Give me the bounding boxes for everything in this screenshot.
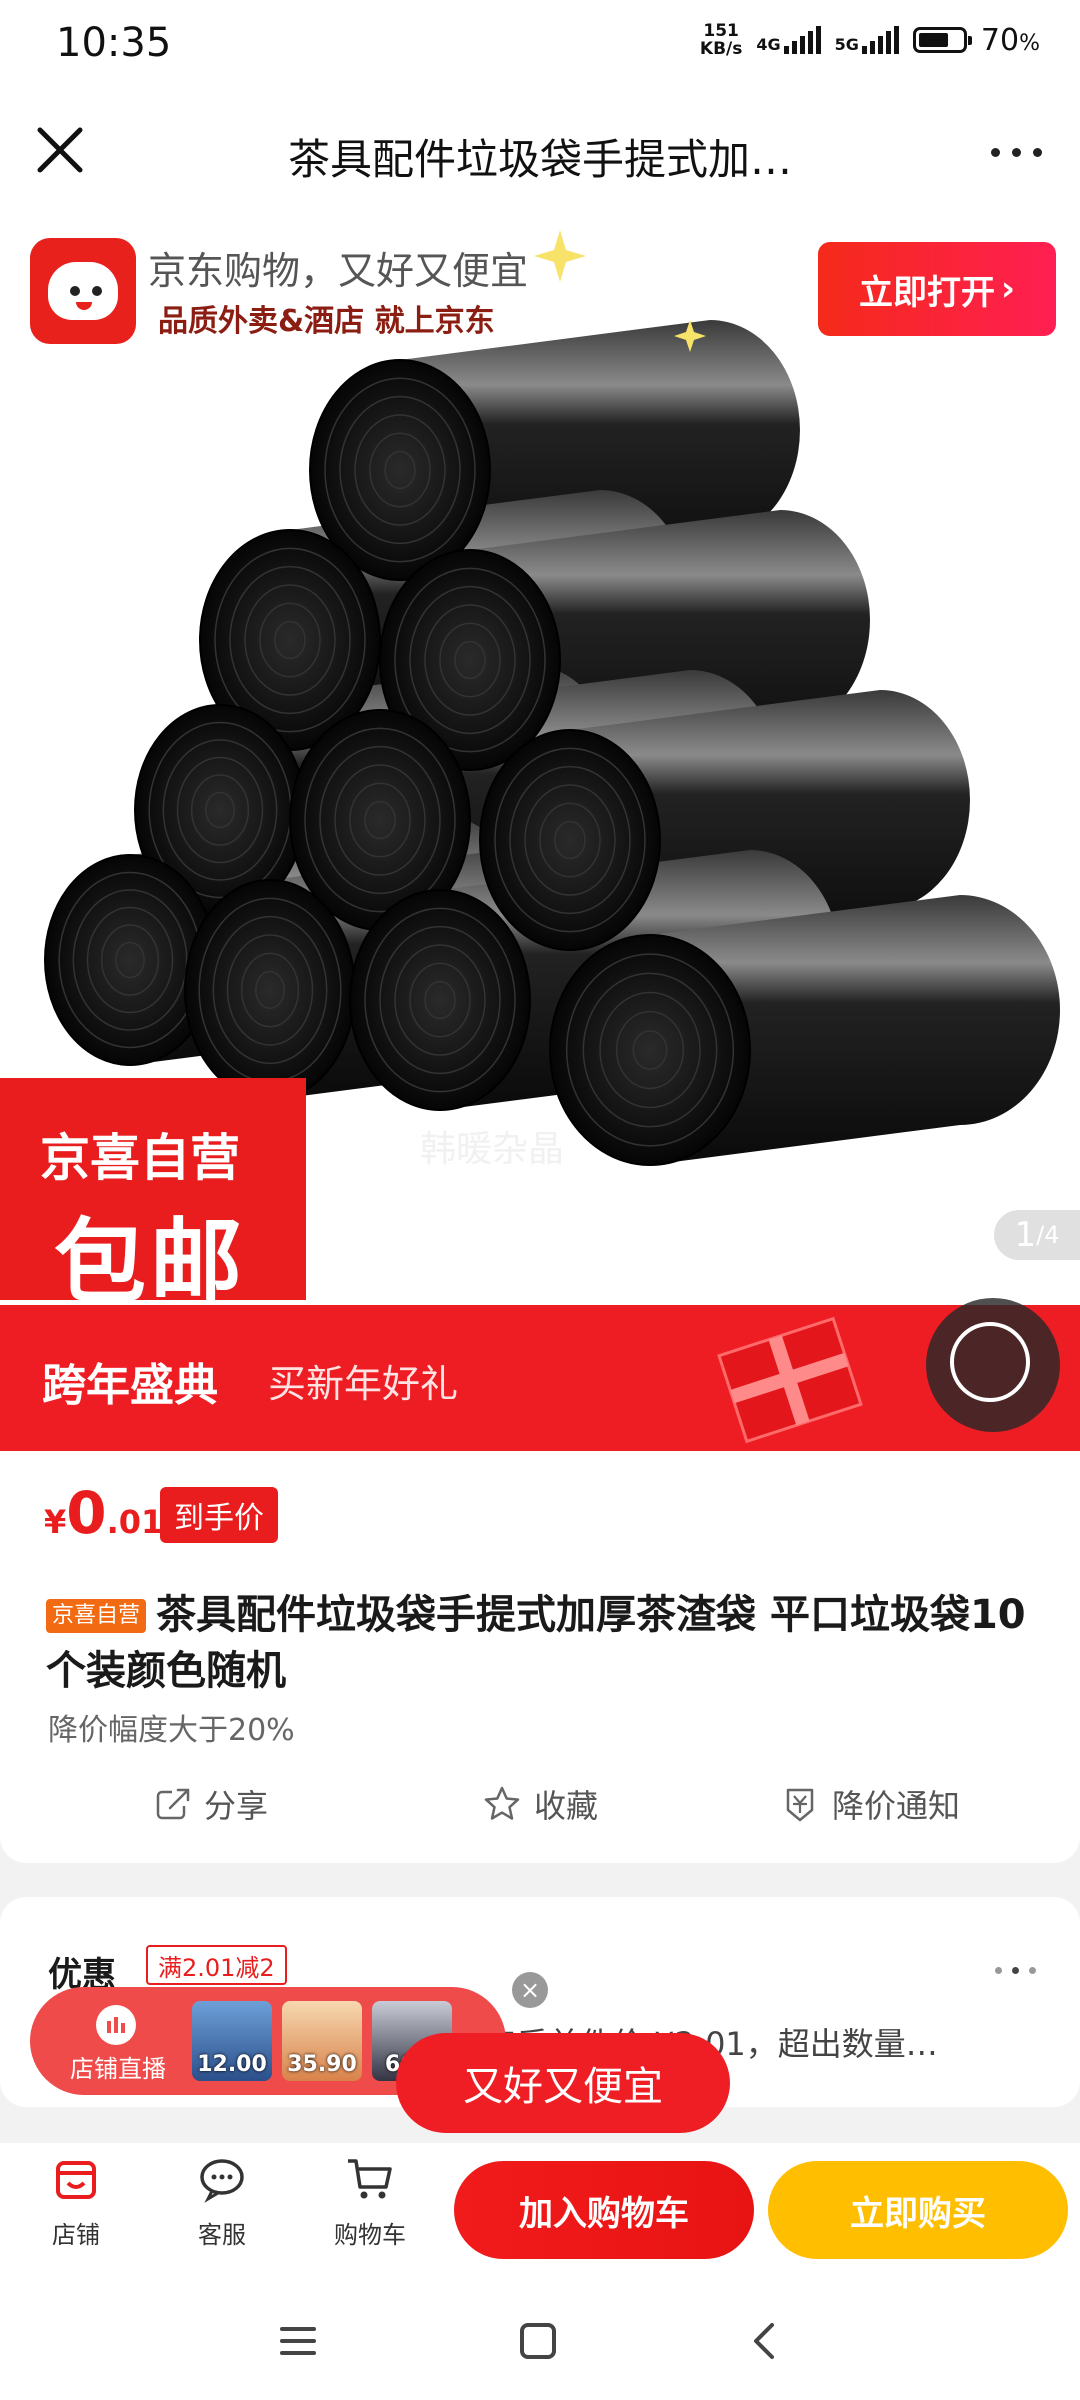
jd-logo: [30, 238, 136, 344]
share-button[interactable]: 分享: [152, 1781, 268, 1827]
promo-subtitle: 买新年好礼: [268, 1362, 459, 1406]
gift-box-icon: [717, 1316, 863, 1444]
tab-service[interactable]: 客服: [172, 2153, 272, 2250]
floating-live-button[interactable]: [926, 1298, 1060, 1432]
ad-subtitle: 品质外卖&酒店 就上京东: [158, 304, 495, 339]
menu-icon[interactable]: [276, 2319, 320, 2363]
product-gallery[interactable]: 京东购物，又好又便宜 品质外卖&酒店 就上京东 立即打开 › 京喜自营 包邮 韩暖…: [0, 220, 1080, 1305]
image-watermark: 韩暖杂晶: [420, 1129, 565, 1170]
favorite-button[interactable]: 收藏: [482, 1781, 598, 1827]
promo-strip[interactable]: 跨年盛典 买新年好礼: [0, 1305, 1080, 1451]
store-icon: [56, 2161, 96, 2199]
price-notify-button[interactable]: 降价通知: [780, 1781, 960, 1827]
promo-title: 跨年盛典: [42, 1360, 218, 1411]
discount-tag: 满2.01减2: [146, 1945, 287, 1985]
tab-cart[interactable]: 购物车: [320, 2153, 420, 2250]
signal-4g-icon: 4G: [756, 26, 821, 54]
app-download-banner[interactable]: 京东购物，又好又便宜 品质外卖&酒店 就上京东 立即打开 ›: [0, 220, 1080, 344]
live-icon: [96, 2005, 136, 2045]
product-actions: 分享 收藏 降价通知: [0, 1781, 1080, 1841]
product-info-card: ¥0.01 到手价 京喜自营 茶具配件垃圾袋手提式加厚茶渣袋 平口垃圾袋10个装颜…: [0, 1451, 1080, 1863]
system-nav-bar: [0, 2283, 1080, 2400]
star-icon: [484, 1786, 520, 1820]
close-live-widget-icon[interactable]: ×: [512, 1972, 548, 2008]
net-price-tag: 到手价: [160, 1487, 278, 1543]
battery-icon: [912, 27, 972, 53]
close-icon[interactable]: [30, 120, 90, 180]
page-title: 茶具配件垃圾袋手提式加…: [287, 135, 792, 184]
share-icon: [156, 1788, 190, 1820]
more-options-icon[interactable]: [991, 148, 1042, 157]
self-operated-badge: 京喜自营 包邮: [0, 1078, 306, 1305]
back-icon[interactable]: [742, 2317, 790, 2365]
carousel-dots: [995, 1967, 1036, 1974]
bottom-action-bar: 店铺 客服 购物车 加入购物车 立即购买: [0, 2143, 1080, 2283]
add-to-cart-button[interactable]: 加入购物车: [454, 2161, 754, 2259]
status-icons: 151 KB/s 4G 5G 70%: [700, 22, 1040, 58]
image-pager: 1/4: [994, 1210, 1080, 1260]
price-drop-note: 降价幅度大于20%: [48, 1713, 295, 1748]
price-alert-icon: [786, 1788, 814, 1822]
tab-store[interactable]: 店铺: [26, 2153, 126, 2250]
signal-5g-icon: 5G: [835, 26, 899, 54]
self-operated-tag: 京喜自营: [46, 1599, 147, 1633]
live-label: 店铺直播: [70, 2055, 166, 2083]
customer-service-icon: [200, 2159, 244, 2203]
status-bar: 10:35 151 KB/s 4G 5G 70%: [0, 0, 1080, 90]
home-icon[interactable]: [514, 2317, 562, 2365]
battery-percent: 70%: [980, 22, 1040, 58]
slogan-pill[interactable]: 又好又便宜: [396, 2033, 730, 2133]
live-thumb[interactable]: 12.00: [192, 2001, 272, 2081]
live-thumb[interactable]: 35.90: [282, 2001, 362, 2081]
network-speed: 151 KB/s: [699, 21, 743, 59]
cart-icon: [348, 2159, 392, 2199]
open-app-button[interactable]: 立即打开 ›: [818, 242, 1056, 336]
ad-slogan: 京东购物，又好又便宜: [148, 249, 529, 293]
status-time: 10:35: [56, 20, 172, 66]
final-price: ¥0.01: [44, 1479, 164, 1547]
buy-now-button[interactable]: 立即购买: [768, 2161, 1068, 2259]
product-title: 京喜自营 茶具配件垃圾袋手提式加厚茶渣袋 平口垃圾袋10个装颜色随机: [46, 1592, 1026, 1694]
top-nav: 茶具配件垃圾袋手提式加…: [0, 90, 1080, 220]
